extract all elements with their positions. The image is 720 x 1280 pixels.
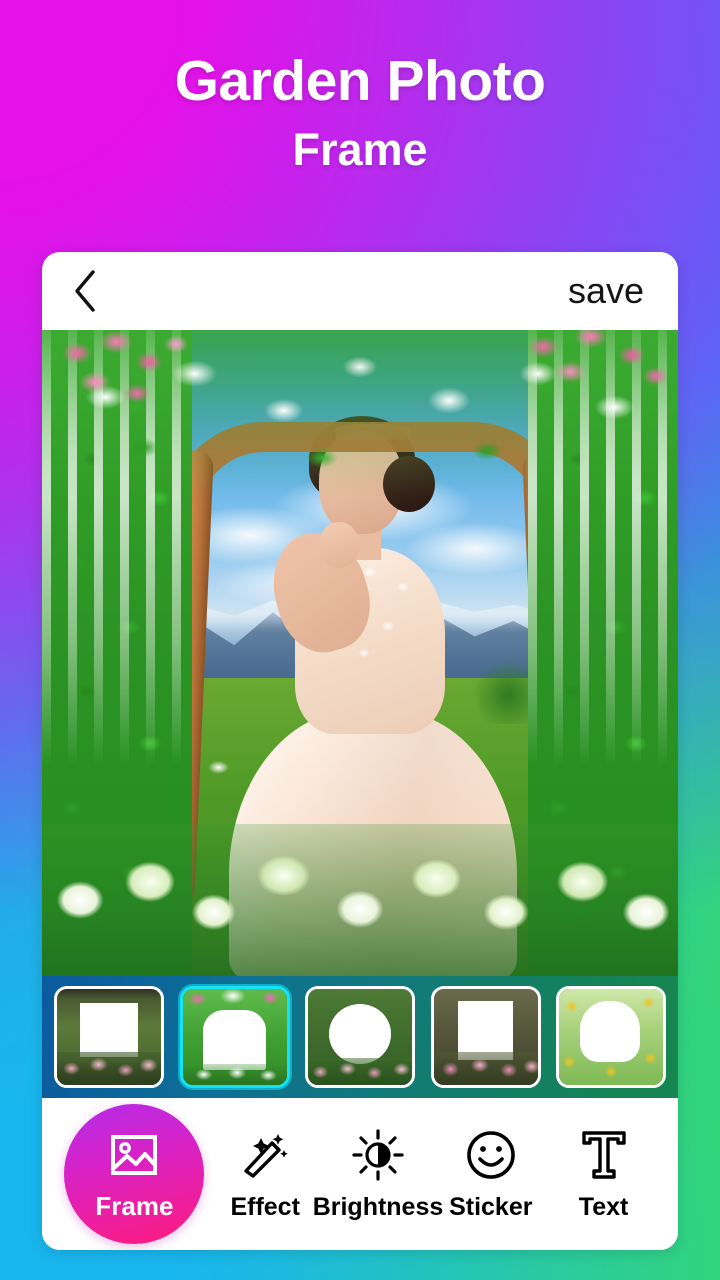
frame-thumbnail-2-preview — [182, 989, 287, 1085]
frame-thumbnail-4[interactable] — [430, 986, 541, 1088]
pink-blossom-cluster-left — [50, 330, 200, 436]
page-title: Garden Photo Frame — [0, 49, 720, 178]
brightness-icon — [352, 1127, 404, 1183]
frame-thumbnail-strip[interactable] — [42, 976, 678, 1098]
tool-effect[interactable]: Effect — [213, 1127, 317, 1222]
frame-thumbnail-5[interactable] — [556, 986, 666, 1088]
save-button[interactable]: save — [568, 270, 648, 312]
tool-text[interactable]: Text — [552, 1127, 656, 1222]
chevron-left-icon — [72, 269, 98, 313]
frame-thumbnail-1[interactable] — [54, 986, 164, 1088]
app-root: Garden Photo Frame save Frame Effect Bri… — [0, 0, 720, 1280]
frame-thumbnail-1-preview — [57, 989, 161, 1085]
magic-wand-icon — [241, 1127, 289, 1183]
tool-text-label: Text — [578, 1192, 629, 1221]
tool-brightness[interactable]: Brightness — [313, 1127, 443, 1222]
page-title-line-2: Frame — [292, 123, 428, 175]
tool-sticker-label: Sticker — [449, 1192, 533, 1221]
floral-arch-frame-overlay — [42, 330, 678, 976]
tool-brightness-label: Brightness — [312, 1192, 444, 1221]
text-t-icon — [580, 1127, 628, 1183]
frame-thumbnail-5-preview — [559, 989, 663, 1085]
tool-effect-label: Effect — [230, 1192, 300, 1221]
frame-thumbnail-2[interactable] — [179, 986, 290, 1088]
tool-frame[interactable]: Frame — [64, 1104, 205, 1244]
frame-thumbnail-3[interactable] — [305, 986, 415, 1088]
back-button[interactable] — [72, 265, 116, 317]
app-card: save Frame Effect Brightness Sticker Tex… — [42, 252, 678, 1250]
smiley-icon — [466, 1127, 516, 1183]
frame-thumbnail-4-preview — [433, 989, 538, 1085]
white-roses-row — [42, 824, 678, 976]
tool-frame-label: Frame — [95, 1190, 174, 1221]
page-title-line-1: Garden Photo — [174, 49, 546, 113]
tool-sticker[interactable]: Sticker — [439, 1127, 543, 1222]
pink-blossom-cluster-right — [506, 330, 676, 426]
editor-toolbar: Frame Effect Brightness Sticker Text — [42, 1098, 678, 1250]
app-header: save — [42, 252, 678, 330]
image-icon — [110, 1127, 158, 1183]
frame-thumbnail-3-preview — [308, 989, 412, 1085]
photo-canvas[interactable] — [42, 330, 678, 976]
